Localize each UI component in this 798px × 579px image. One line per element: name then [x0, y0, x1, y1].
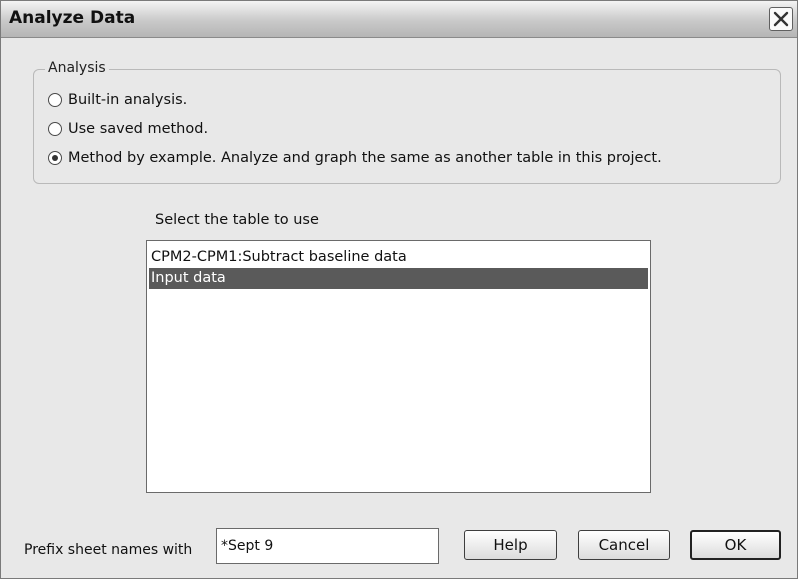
radio-label: Use saved method. [68, 121, 209, 137]
radio-button[interactable] [48, 93, 62, 107]
prefix-input[interactable] [216, 528, 439, 564]
close-button[interactable] [769, 7, 793, 31]
radio-button-selected[interactable] [48, 151, 62, 165]
help-button[interactable]: Help [464, 530, 557, 560]
table-listbox[interactable]: CPM2-CPM1:Subtract baseline data Input d… [146, 240, 651, 493]
list-item-selected[interactable]: Input data [149, 268, 648, 289]
radio-label: Method by example. Analyze and graph the… [68, 150, 662, 166]
prefix-sheet-names-label: Prefix sheet names with [24, 542, 193, 558]
cancel-button[interactable]: Cancel [578, 530, 670, 560]
radio-use-saved-method[interactable]: Use saved method. [48, 121, 208, 137]
title-bar[interactable]: Analyze Data [1, 1, 797, 38]
list-item[interactable]: CPM2-CPM1:Subtract baseline data [149, 247, 648, 268]
radio-builtin-analysis[interactable]: Built-in analysis. [48, 92, 187, 108]
analysis-group-label: Analysis [45, 60, 109, 76]
table-select-caption: Select the table to use [155, 212, 319, 228]
radio-button[interactable] [48, 122, 62, 136]
dialog-title: Analyze Data [9, 8, 136, 28]
radio-method-by-example[interactable]: Method by example. Analyze and graph the… [48, 150, 662, 166]
close-icon [773, 11, 789, 27]
ok-button[interactable]: OK [690, 530, 781, 560]
radio-label: Built-in analysis. [68, 92, 188, 108]
